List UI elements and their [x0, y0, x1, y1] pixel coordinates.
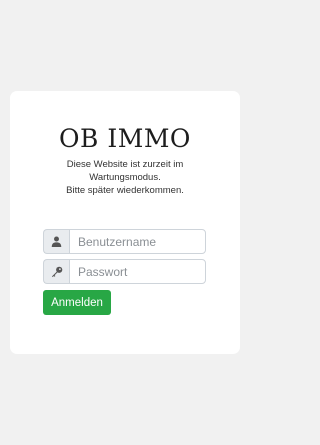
key-icon	[43, 259, 69, 284]
username-input[interactable]	[69, 229, 206, 254]
password-input[interactable]	[69, 259, 206, 284]
login-button[interactable]: Anmelden	[43, 290, 111, 315]
username-input-group	[43, 229, 206, 254]
user-icon	[43, 229, 69, 254]
password-input-group	[43, 259, 206, 284]
maintenance-message-line-3: Bitte später wiederkommen.	[66, 185, 184, 196]
site-title: OB IMMO	[59, 124, 191, 153]
maintenance-message-line-1: Diese Website ist zurzeit im	[66, 159, 184, 170]
maintenance-message-line-2: Wartungsmodus.	[89, 172, 161, 183]
